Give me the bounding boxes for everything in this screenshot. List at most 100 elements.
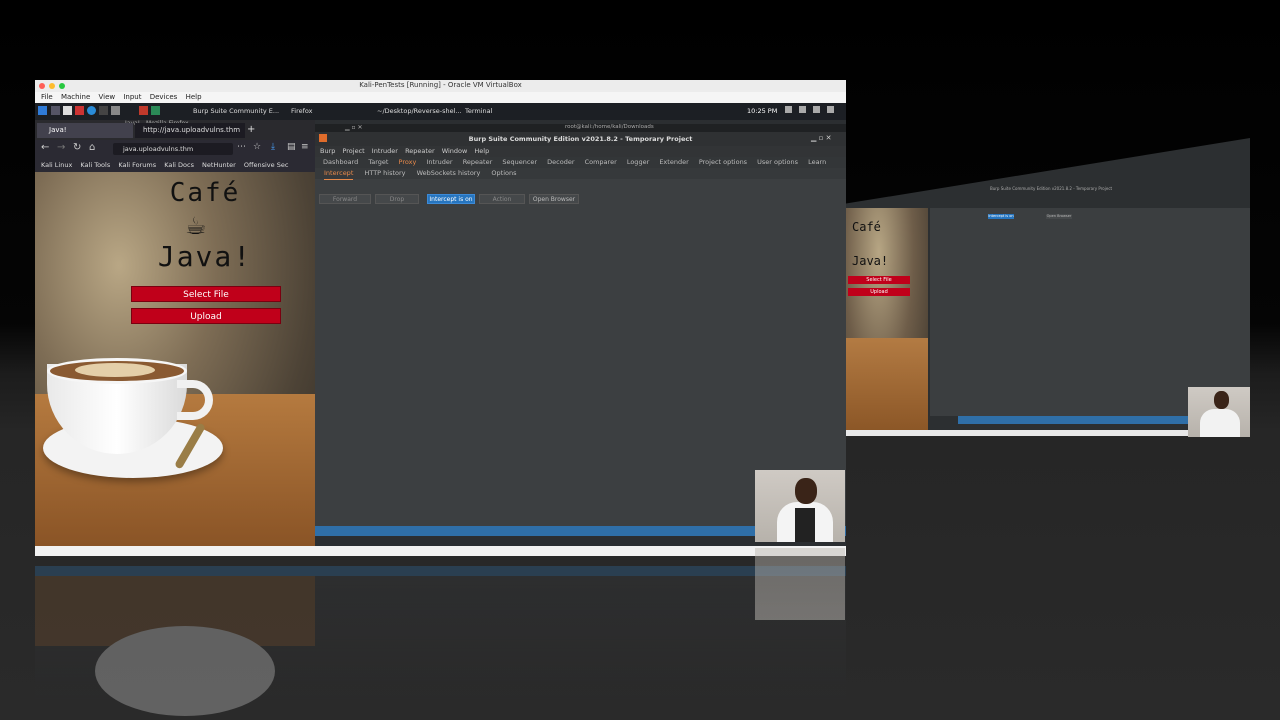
tab-learn[interactable]: Learn [808,157,826,168]
burp-proxy-subtabs: Intercept HTTP history WebSockets histor… [315,168,846,180]
files-icon[interactable] [63,106,72,115]
right-person-body [1200,409,1240,437]
tab-upload-url[interactable]: http://java.uploadvulns.thm [135,123,245,138]
subtab-websockets-history[interactable]: WebSockets history [417,168,481,179]
kali-menu-icon[interactable] [38,106,47,115]
tab-java[interactable]: Java! [37,123,133,138]
task-firefox[interactable]: Firefox [291,106,313,117]
app-icon[interactable] [111,106,120,115]
subtab-intercept[interactable]: Intercept [324,168,354,180]
right-select-file-button[interactable]: Select File [848,276,910,284]
right-person-head [1214,391,1229,409]
task-folder[interactable]: ~/Desktop/Reverse-shel... [377,106,462,117]
right-page-title-cafe: Café [852,220,881,234]
tab-decoder[interactable]: Decoder [547,157,574,168]
webcam-reflection [755,548,845,620]
tab-target[interactable]: Target [368,157,388,168]
url-bar[interactable]: java.uploadvulns.thm [113,143,233,155]
menu-view[interactable]: View [99,92,116,103]
burp-menu-window[interactable]: Window [442,147,468,155]
bookmark-kali-tools[interactable]: Kali Tools [80,161,110,169]
person-shirt [795,508,815,542]
tab-user-options[interactable]: User options [757,157,798,168]
webpage-content: Café ☕ Java! Select File Upload [35,172,315,546]
menu-devices[interactable]: Devices [150,92,178,103]
right-open-browser-button[interactable]: Open Browser [1046,214,1072,219]
bookmark-kali-linux[interactable]: Kali Linux [41,161,72,169]
firefox-navbar: ← → ↻ ⌂ java.uploadvulns.thm ⋯ ☆ ⤓ ▤ ≡ [35,140,315,158]
tab-sequencer[interactable]: Sequencer [502,157,537,168]
action-button[interactable]: Action [479,194,525,204]
tab-dashboard[interactable]: Dashboard [323,157,358,168]
terminal-icon[interactable] [75,106,84,115]
burp-window: root@kali:/home/kali/Downloads ▁ ▫ ✕ Bur… [315,124,846,526]
power-icon[interactable] [827,106,834,113]
burp-menu-burp[interactable]: Burp [320,147,335,155]
bookmark-offensive-sec[interactable]: Offensive Sec [244,161,289,169]
volume-icon[interactable] [799,106,806,113]
firefox-window: Java! - Mozilla Firefox Java! http://jav… [35,120,315,546]
menu-file[interactable]: File [41,92,53,103]
bookmark-kali-forums[interactable]: Kali Forums [118,161,156,169]
burp-titlebar: root@kali:/home/kali/Downloads ▁ ▫ ✕ Bur… [315,124,846,146]
menu-help[interactable]: Help [186,92,202,103]
tab-intruder[interactable]: Intruder [426,157,452,168]
task-terminal[interactable]: Terminal [465,106,492,117]
app-icon-2[interactable] [151,106,160,115]
tab-extender[interactable]: Extender [659,157,688,168]
upload-button[interactable]: Upload [131,308,281,324]
menu-machine[interactable]: Machine [61,92,90,103]
tab-project-options[interactable]: Project options [699,157,747,168]
tab-logger[interactable]: Logger [627,157,649,168]
tab-label: Java! [49,126,67,134]
reload-icon[interactable]: ↻ [73,142,81,153]
virtualbox-window: Kali-PenTests [Running] - Oracle VM Virt… [35,80,846,556]
burp-menu-intruder[interactable]: Intruder [372,147,398,155]
right-webcam-overlay [1188,387,1250,437]
right-table-image [846,338,928,430]
bookmark-nethunter[interactable]: NetHunter [202,161,236,169]
right-intercept-button[interactable]: Intercept is on [988,214,1014,219]
home-icon[interactable]: ⌂ [89,142,95,153]
reflection-strip [35,566,846,576]
drop-button[interactable]: Drop [375,194,419,204]
window-controls-icon[interactable]: ▁ ▫ ✕ [345,124,363,131]
subtab-http-history[interactable]: HTTP history [364,168,405,179]
latte-art [75,363,155,377]
select-file-button[interactable]: Select File [131,286,281,302]
library-icon[interactable]: ▤ [287,142,296,152]
virtualbox-menubar: File Machine View Input Devices Help [35,92,846,103]
firefox-icon[interactable] [87,106,96,115]
battery-icon[interactable] [813,106,820,113]
right-upload-button[interactable]: Upload [848,288,910,296]
network-icon[interactable] [785,106,792,113]
burp-menu-help[interactable]: Help [474,147,489,155]
bookmark-kali-docs[interactable]: Kali Docs [164,161,194,169]
settings-icon[interactable] [99,106,108,115]
burp-menu-project[interactable]: Project [342,147,364,155]
tab-label: http://java.uploadvulns.thm [143,126,241,134]
burp-menu-repeater[interactable]: Repeater [405,147,435,155]
page-title-cafe: Café [169,178,241,208]
forward-button[interactable]: Forward [319,194,371,204]
forward-icon[interactable]: → [57,142,65,153]
more-icon[interactable]: ⋯ [237,142,246,152]
new-tab-icon[interactable]: + [247,124,255,135]
menu-input[interactable]: Input [123,92,141,103]
bookmark-star-icon[interactable]: ☆ [253,142,261,152]
coffee-cup-icon: ☕ [185,212,207,240]
subtab-options[interactable]: Options [491,168,516,179]
right-burp-title: Burp Suite Community Edition v2021.8.2 -… [990,186,1113,191]
tab-comparer[interactable]: Comparer [585,157,617,168]
tab-repeater[interactable]: Repeater [463,157,493,168]
back-icon[interactable]: ← [41,142,49,153]
burp-app-icon[interactable] [139,106,148,115]
intercept-toggle-button[interactable]: Intercept is on [427,194,475,204]
task-burp[interactable]: Burp Suite Community E... [193,106,279,117]
burp-title: Burp Suite Community Edition v2021.8.2 -… [468,135,693,143]
download-icon[interactable]: ⤓ [271,142,275,152]
burp-window-controls-icon[interactable]: ▁ ▫ ✕ [811,134,831,142]
open-browser-button[interactable]: Open Browser [529,194,579,204]
workspace-icon[interactable] [51,106,60,115]
menu-icon[interactable]: ≡ [301,142,309,152]
